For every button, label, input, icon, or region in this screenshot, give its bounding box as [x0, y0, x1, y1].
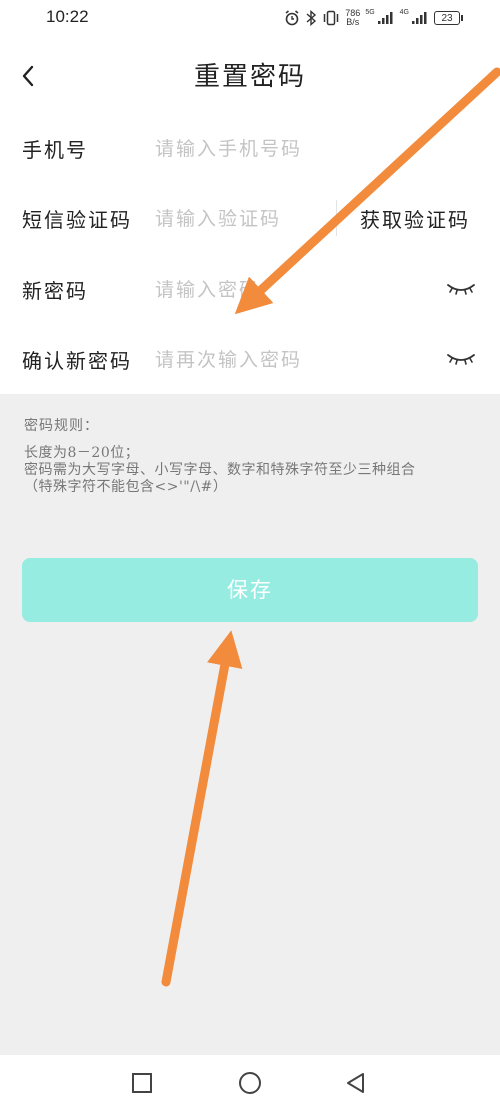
navigation-bar	[0, 1055, 500, 1111]
back-triangle-icon	[347, 1073, 364, 1093]
confirm-visibility-toggle[interactable]	[446, 349, 476, 369]
sms-code-input[interactable]	[155, 202, 325, 236]
rules-line: 密码需为大写字母、小写字母、数字和特殊字符至少三种组合	[24, 462, 416, 478]
eye-closed-icon	[447, 354, 475, 365]
get-code-button[interactable]: 获取验证码	[360, 204, 470, 233]
rules-line: （特殊字符不能包含<>'"/\#）	[24, 479, 228, 495]
battery-icon: 23	[434, 11, 463, 25]
bluetooth-icon	[306, 10, 317, 26]
network-speed: 786 B/s	[345, 9, 360, 27]
header: 重置密码	[0, 54, 500, 98]
confirm-password-label: 确认新密码	[22, 349, 132, 373]
signal-icon	[377, 12, 393, 24]
form-area: 重置密码 手机号 短信验证码 获取验证码 新密码 确认新密码	[0, 36, 500, 394]
signal-icon-2	[412, 12, 427, 24]
rules-line: 长度为8－20位；	[24, 445, 140, 461]
rules-title: 密码规则：	[24, 418, 99, 434]
sms-code-row: 短信验证码 获取验证码	[22, 194, 482, 244]
eye-closed-icon	[447, 284, 475, 295]
confirm-password-input[interactable]	[155, 343, 345, 377]
recent-apps-icon	[132, 1073, 152, 1093]
annotation-arrow	[161, 630, 243, 987]
status-icons: 786 B/s 5G 4G 23	[284, 6, 463, 30]
status-bar: 10:22 786 B/s 5G 4G 23	[0, 0, 500, 36]
home-icon	[239, 1072, 261, 1094]
net1-label: 5G	[365, 8, 375, 16]
divider	[336, 200, 337, 236]
phone-row: 手机号	[22, 124, 482, 174]
battery-level: 23	[441, 13, 453, 24]
confirm-password-row: 确认新密码	[22, 335, 482, 385]
recent-apps-button[interactable]	[128, 1069, 156, 1097]
network-speed-unit: B/s	[346, 17, 360, 27]
new-password-label: 新密码	[22, 279, 88, 303]
status-time: 10:22	[46, 7, 89, 26]
alarm-icon	[285, 10, 299, 26]
home-button[interactable]	[236, 1069, 264, 1097]
nav-back-button[interactable]	[342, 1069, 370, 1097]
net2-label: 4G	[399, 8, 409, 16]
save-button[interactable]: 保存	[22, 558, 478, 622]
phone-input[interactable]	[155, 132, 345, 166]
phone-label: 手机号	[22, 138, 88, 162]
new-password-row: 新密码	[22, 265, 482, 315]
sms-code-label: 短信验证码	[22, 208, 132, 232]
password-rules: 密码规则： 长度为8－20位； 密码需为大写字母、小写字母、数字和特殊字符至少三…	[24, 418, 484, 496]
password-visibility-toggle[interactable]	[446, 279, 476, 299]
vibrate-icon	[324, 10, 339, 26]
page-title: 重置密码	[193, 62, 306, 92]
new-password-input[interactable]	[155, 273, 345, 307]
